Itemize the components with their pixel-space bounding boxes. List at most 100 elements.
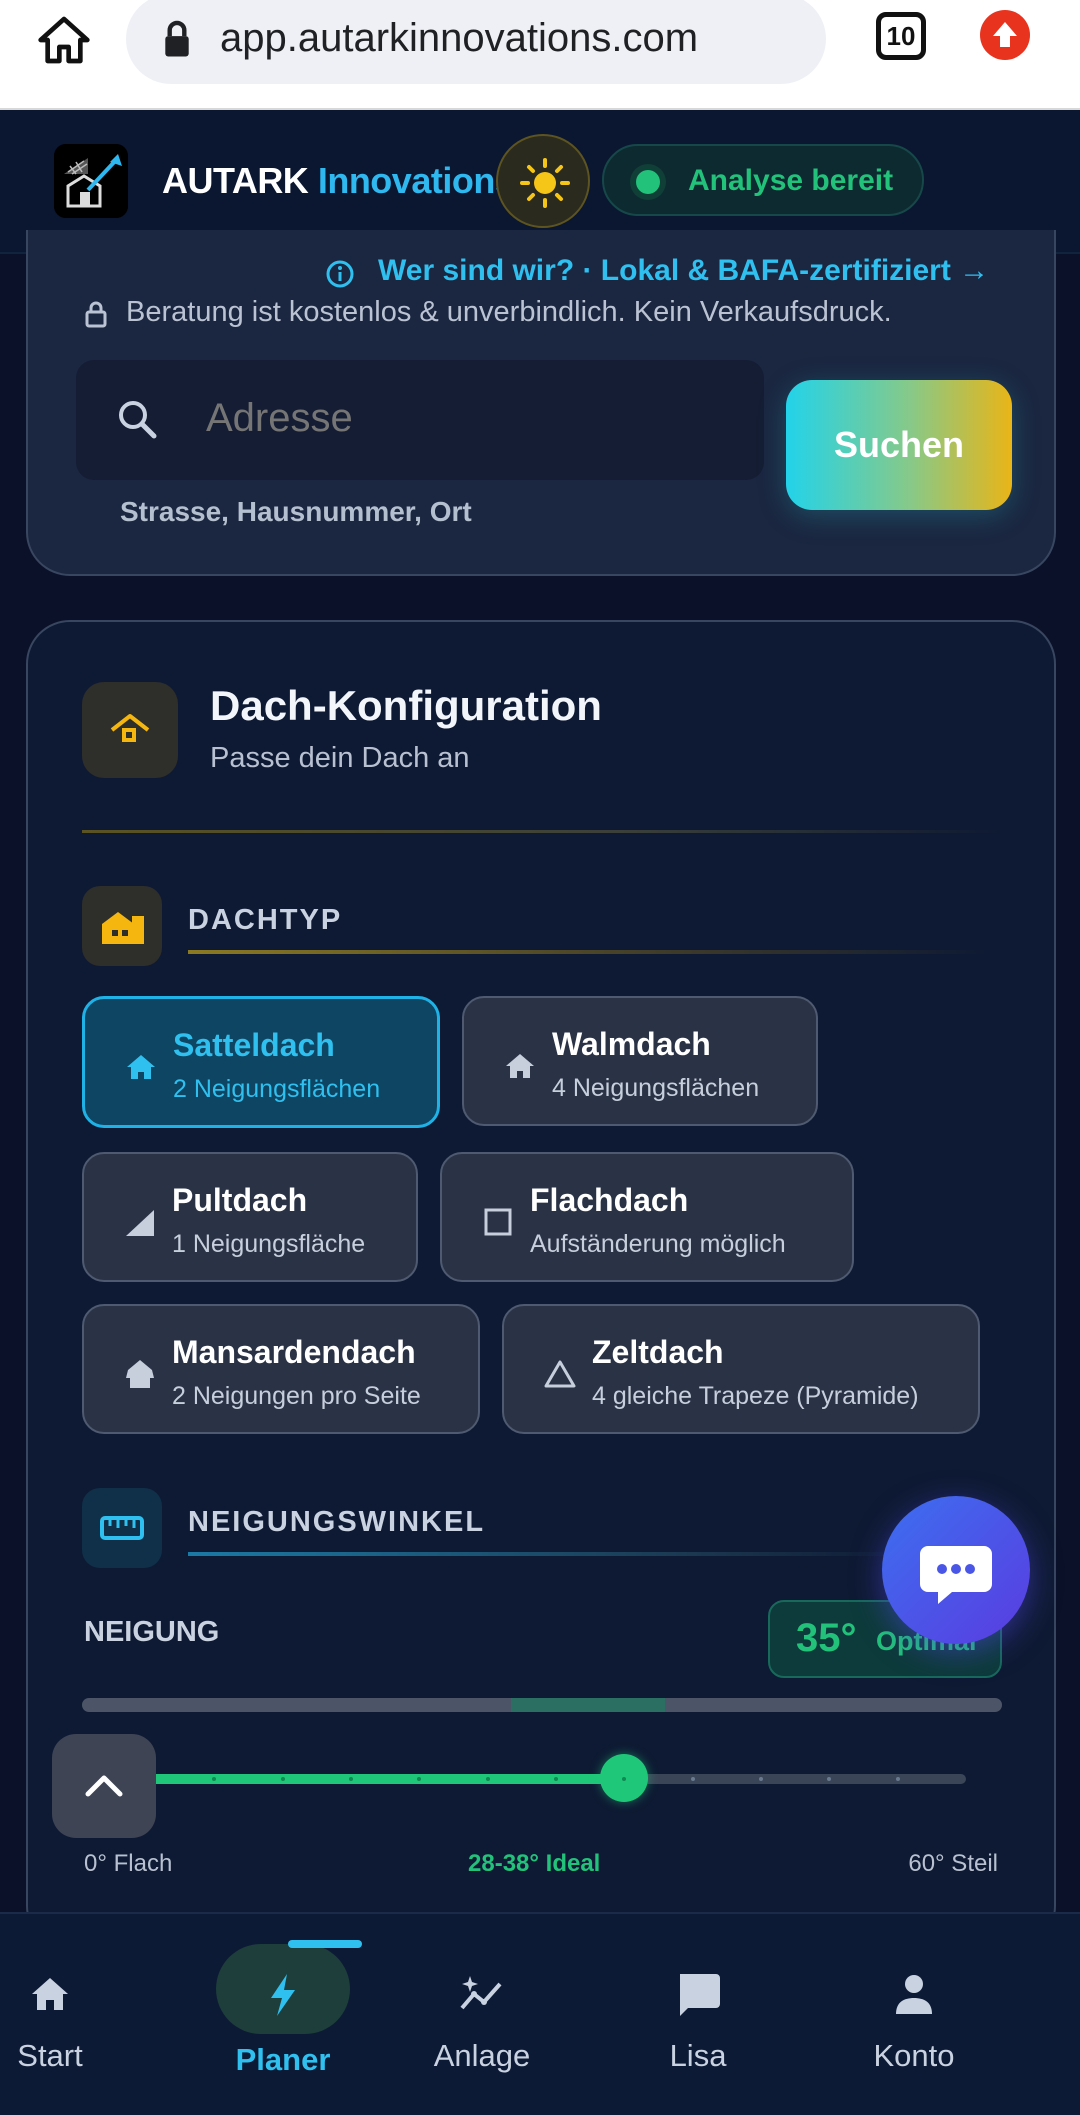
roof-option-desc: 1 Neigungsfläche xyxy=(172,1230,366,1258)
brand-main: AUTARK xyxy=(162,160,309,201)
neigung-label: NEIGUNG xyxy=(84,1616,220,1648)
slider-tick xyxy=(759,1777,763,1781)
nav-label: Lisa xyxy=(669,2038,727,2073)
roof-option-desc: 2 Neigungsflächen xyxy=(173,1075,381,1103)
slider-tick xyxy=(827,1777,832,1781)
search-icon xyxy=(119,401,157,439)
chevron-up-icon xyxy=(85,1775,123,1797)
buildings-icon xyxy=(102,912,144,944)
status-text: Analyse bereit xyxy=(688,164,894,197)
nav-label: Start xyxy=(17,2038,83,2073)
square-icon xyxy=(484,1208,512,1236)
config-title: Dach-Konfiguration xyxy=(210,682,602,729)
chat-bubble-icon xyxy=(920,1546,992,1604)
nav-item-lisa[interactable]: Lisa xyxy=(628,1914,768,2115)
roof-option-desc: 2 Neigungen pro Seite xyxy=(172,1382,421,1410)
roof-option-name: Zeltdach xyxy=(592,1334,724,1370)
lock-icon xyxy=(85,301,107,328)
roof-option-pultdach[interactable]: Pultdach 1 Neigungsfläche xyxy=(82,1152,418,1282)
nav-label: Konto xyxy=(873,2038,955,2073)
ruler-icon xyxy=(100,1516,144,1540)
config-subtitle: Passe dein Dach an xyxy=(210,742,470,774)
slider-tick xyxy=(349,1777,353,1781)
slider-tick xyxy=(690,1777,695,1781)
roof-option-flachdach[interactable]: Flachdach Aufständerung möglich xyxy=(440,1152,854,1282)
nav-item-start[interactable]: Start xyxy=(0,1914,100,2115)
scale-min-label: 0° Flach xyxy=(84,1850,173,1877)
slider-tick xyxy=(280,1777,285,1781)
chat-button[interactable] xyxy=(882,1496,1030,1644)
scale-ideal-label: 28-38° Ideal xyxy=(468,1850,601,1877)
chart-sparkle-icon xyxy=(460,1976,502,2010)
status-badge: Analyse bereit xyxy=(602,144,924,216)
solar-house-logo-icon xyxy=(54,144,128,218)
bolt-icon xyxy=(271,1974,295,2016)
tab-count-button[interactable]: 10 xyxy=(876,12,926,60)
mansard-icon xyxy=(126,1360,154,1388)
roof-option-name: Mansardendach xyxy=(172,1334,416,1370)
slider-tick xyxy=(895,1777,900,1781)
roof-config-card: Dach-Konfiguration Passe dein Dach an DA… xyxy=(26,620,1056,1950)
roof-option-name: Flachdach xyxy=(530,1182,689,1218)
config-header-icon xyxy=(82,682,178,778)
nav-label: Anlage xyxy=(433,2038,531,2073)
house-icon xyxy=(127,1055,155,1079)
scroll-top-button[interactable] xyxy=(52,1734,156,1838)
nav-item-konto[interactable]: Konto xyxy=(844,1914,984,2115)
roof-type-section-icon xyxy=(82,886,162,966)
sun-icon xyxy=(520,158,570,208)
house-outline-icon xyxy=(110,714,150,742)
address-search-card: Wer sind wir? · Lokal & BAFA-zertifizier… xyxy=(26,230,1056,576)
roof-option-desc: 4 Neigungsflächen xyxy=(552,1074,760,1102)
arrow-up-icon xyxy=(993,22,1017,47)
roof-option-mansardendach[interactable]: Mansardendach 2 Neigungen pro Seite xyxy=(82,1304,480,1434)
angle-slider[interactable] xyxy=(146,1754,966,1802)
brand-accent: Innovations xyxy=(317,160,515,201)
address-input[interactable] xyxy=(206,396,706,441)
roof-option-name: Satteldach xyxy=(173,1027,335,1063)
roof-type-section-label: DACHTYP xyxy=(188,904,343,936)
status-dot-icon xyxy=(636,170,660,194)
nav-label: Planer xyxy=(235,2042,331,2077)
angle-value: 35° xyxy=(796,1616,857,1660)
roof-option-zeltdach[interactable]: Zeltdach 4 gleiche Trapeze (Pyramide) xyxy=(502,1304,980,1434)
search-button[interactable]: Suchen xyxy=(786,380,1012,510)
slider-fill xyxy=(146,1774,625,1784)
url-bar[interactable]: app.autarkinnovations.com xyxy=(126,0,826,84)
nav-item-anlage[interactable]: Anlage xyxy=(412,1914,552,2115)
home-icon[interactable] xyxy=(36,12,92,68)
roof-option-walmdach[interactable]: Walmdach 4 Neigungsflächen xyxy=(462,996,818,1126)
section-underline xyxy=(188,1552,908,1556)
angle-section-label: NEIGUNGSWINKEL xyxy=(188,1506,486,1538)
address-hint: Strasse, Hausnummer, Ort xyxy=(120,496,472,527)
triangle-icon xyxy=(544,1360,576,1388)
roof-option-name: Pultdach xyxy=(172,1182,308,1218)
angle-section-icon xyxy=(82,1488,162,1568)
update-button[interactable] xyxy=(980,10,1030,60)
scale-max-label: 60° Steil xyxy=(908,1850,998,1877)
logo[interactable] xyxy=(54,144,128,218)
about-us-link[interactable]: Wer sind wir? · Lokal & BAFA-zertifizier… xyxy=(378,254,989,288)
browser-toolbar: app.autarkinnovations.com 10 xyxy=(0,0,1080,110)
slope-icon xyxy=(126,1210,154,1236)
brand-name: AUTARK Innovations xyxy=(162,160,515,202)
theme-toggle-button[interactable] xyxy=(496,134,590,228)
divider xyxy=(82,830,1002,833)
roof-option-desc: 4 gleiche Trapeze (Pyramide) xyxy=(592,1382,919,1410)
ideal-range-highlight xyxy=(511,1698,665,1712)
slider-tick xyxy=(485,1777,490,1781)
house-icon xyxy=(506,1054,534,1078)
slider-tick xyxy=(554,1777,558,1781)
address-field[interactable] xyxy=(76,360,764,480)
free-consult-note: Beratung ist kostenlos & unverbindlich. … xyxy=(126,296,892,328)
home-icon xyxy=(32,1978,68,2010)
roof-option-name: Walmdach xyxy=(552,1026,711,1062)
lock-icon xyxy=(165,20,189,57)
roof-option-satteldach[interactable]: Satteldach 2 Neigungsflächen xyxy=(82,996,440,1128)
person-icon xyxy=(896,1975,932,2014)
chat-icon xyxy=(680,1974,720,2016)
section-underline xyxy=(188,950,988,954)
nav-item-planer[interactable]: Planer xyxy=(200,1914,366,2115)
ideal-range-track xyxy=(82,1698,1002,1712)
info-icon xyxy=(326,260,354,288)
